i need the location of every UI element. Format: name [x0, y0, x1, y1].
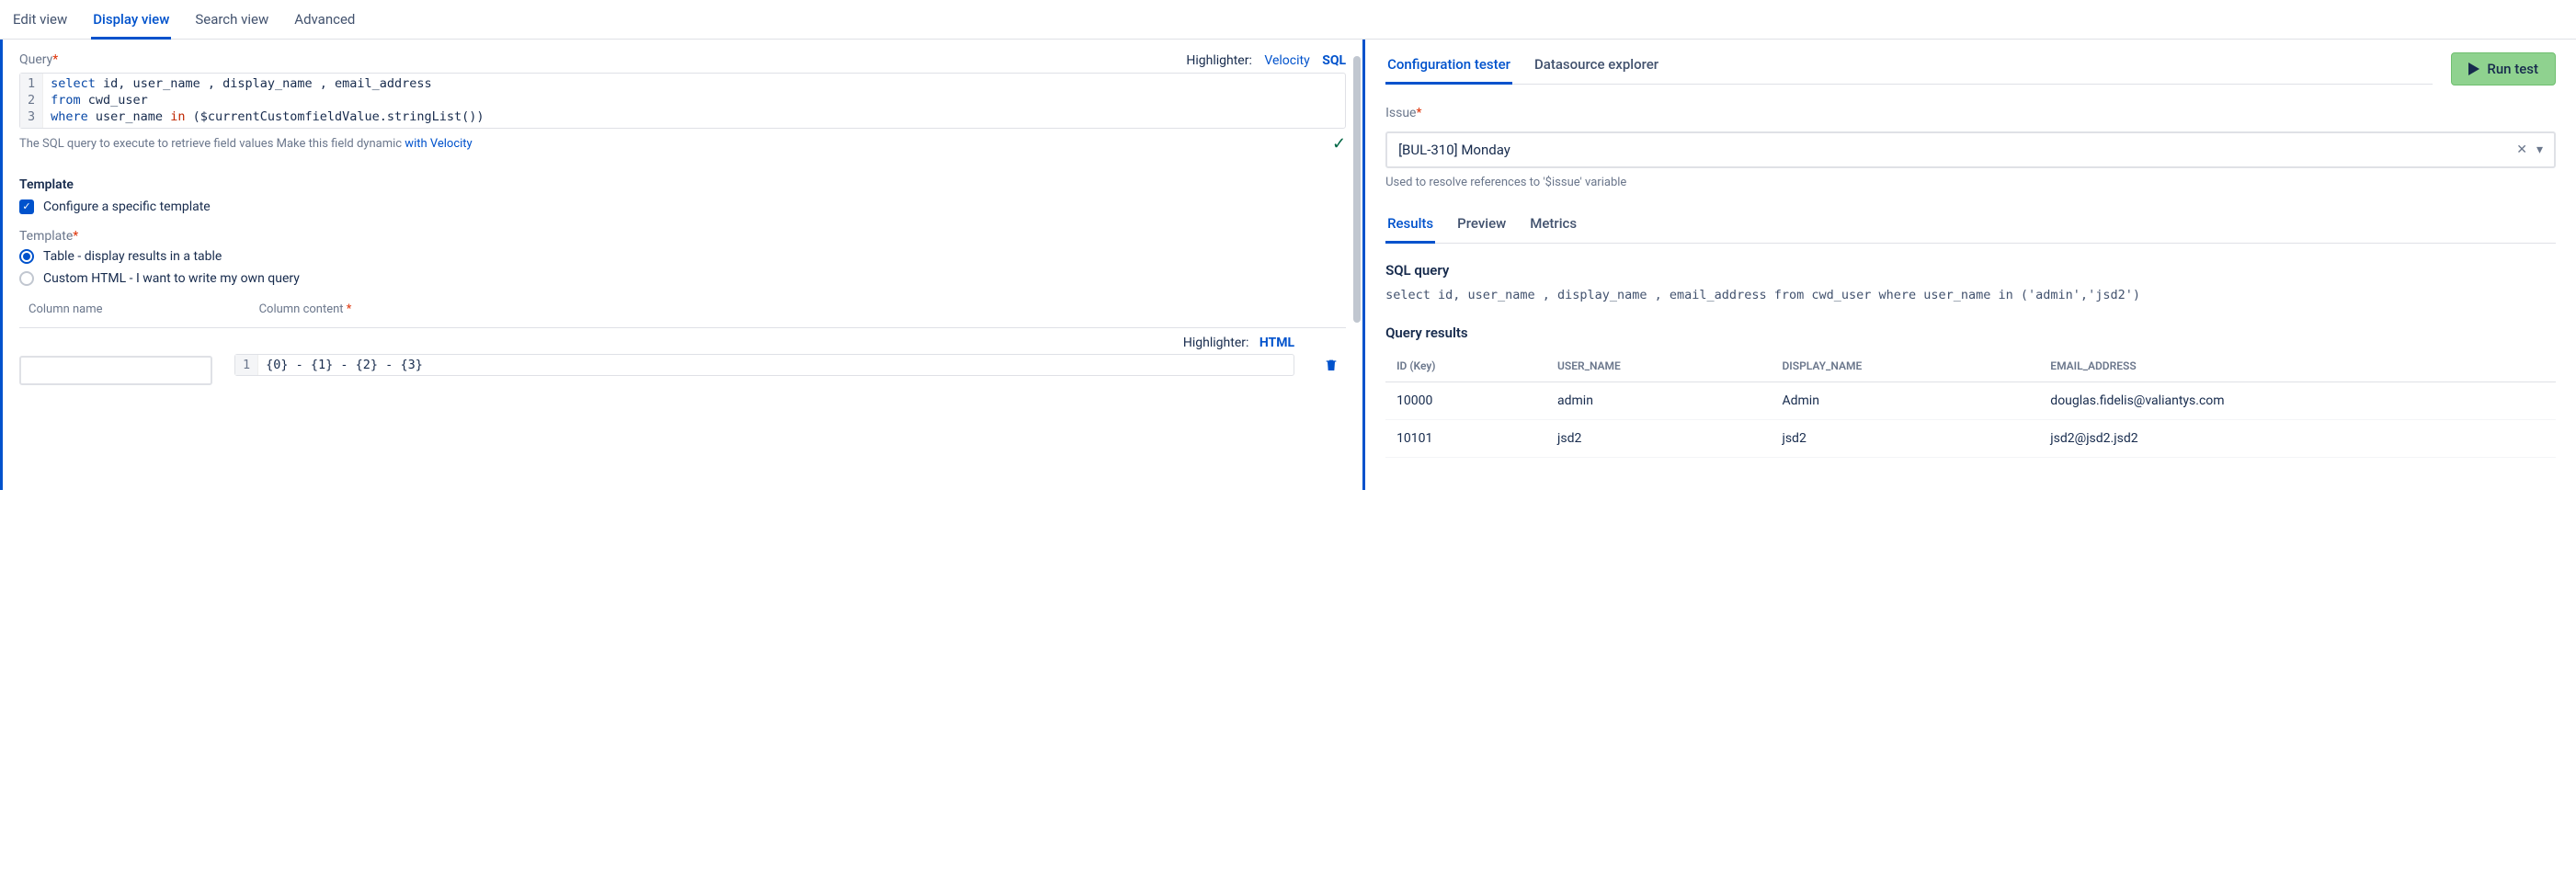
run-test-button[interactable]: Run test: [2451, 52, 2556, 85]
sql-query-heading: SQL query: [1385, 262, 2556, 279]
main-tabs: Edit view Display view Search view Advan…: [0, 0, 2576, 40]
col-id: ID (Key): [1385, 350, 1546, 382]
radio-custom-html-label: Custom HTML - I want to write my own que…: [43, 271, 300, 286]
query-code[interactable]: select id, user_name , display_name , em…: [43, 74, 1345, 128]
template-label: Template: [19, 229, 73, 244]
content-editor[interactable]: 1 {0} - {1} - {2} - {3}: [234, 354, 1294, 376]
highlighter-label: Highlighter:: [1186, 53, 1251, 68]
tab-preview[interactable]: Preview: [1455, 211, 1508, 243]
column-name-input[interactable]: [19, 356, 212, 385]
tab-search-view[interactable]: Search view: [193, 6, 270, 39]
issue-select[interactable]: [BUL-310] Monday ✕ ▾: [1385, 131, 2556, 168]
table-row: 10101 jsd2 jsd2 jsd2@jsd2.jsd2: [1385, 419, 2556, 457]
display-view-panel: Query* Highlighter: Velocity SQL 123 sel…: [0, 40, 1365, 490]
tab-advanced[interactable]: Advanced: [292, 6, 357, 39]
template-heading: Template: [19, 177, 1346, 192]
radio-table[interactable]: [19, 249, 34, 264]
scrollbar-thumb[interactable]: [1353, 56, 1361, 323]
column-name-header: Column name: [28, 302, 103, 316]
trash-icon: [1324, 358, 1339, 372]
column-content-header: Column content: [259, 302, 344, 316]
tab-results[interactable]: Results: [1385, 211, 1435, 244]
clear-icon[interactable]: ✕: [2516, 142, 2527, 157]
configure-template-label: Configure a specific template: [43, 199, 211, 214]
radio-table-label: Table - display results in a table: [43, 249, 222, 264]
radio-custom-html[interactable]: [19, 271, 34, 286]
highlighter-sql[interactable]: SQL: [1322, 53, 1346, 68]
table-row: 10000 admin Admin douglas.fidelis@valian…: [1385, 382, 2556, 419]
col-user: USER_NAME: [1546, 350, 1771, 382]
velocity-link[interactable]: with Velocity: [405, 137, 472, 151]
play-icon: [2468, 63, 2479, 75]
delete-row-button[interactable]: [1316, 358, 1346, 372]
highlighter-html[interactable]: HTML: [1260, 336, 1294, 350]
query-editor[interactable]: 123 select id, user_name , display_name …: [19, 73, 1346, 129]
issue-value: [BUL-310] Monday: [1398, 142, 1510, 158]
tab-metrics[interactable]: Metrics: [1528, 211, 1579, 243]
tab-edit-view[interactable]: Edit view: [11, 6, 69, 39]
chevron-down-icon[interactable]: ▾: [2536, 142, 2543, 157]
highlighter-velocity[interactable]: Velocity: [1264, 53, 1309, 68]
issue-help: Used to resolve references to '$issue' v…: [1385, 176, 2556, 189]
tab-datasource-explorer[interactable]: Datasource explorer: [1533, 52, 1660, 84]
configure-template-checkbox[interactable]: ✓: [19, 199, 34, 214]
tab-config-tester[interactable]: Configuration tester: [1385, 52, 1512, 85]
results-table: ID (Key) USER_NAME DISPLAY_NAME EMAIL_AD…: [1385, 350, 2556, 458]
sql-query-text: select id, user_name , display_name , em…: [1385, 286, 2556, 306]
col-disp: DISPLAY_NAME: [1771, 350, 2039, 382]
query-hint: The SQL query to execute to retrieve fie…: [19, 137, 405, 151]
check-icon: ✓: [1332, 134, 1346, 154]
tester-panel: Configuration tester Datasource explorer…: [1365, 40, 2576, 490]
query-results-heading: Query results: [1385, 325, 2556, 341]
query-label: Query: [19, 52, 52, 67]
col-email: EMAIL_ADDRESS: [2039, 350, 2556, 382]
issue-label: Issue: [1385, 106, 1416, 120]
content-highlighter-label: Highlighter:: [1183, 336, 1248, 350]
query-gutter: 123: [20, 74, 43, 128]
tab-display-view[interactable]: Display view: [91, 6, 171, 40]
